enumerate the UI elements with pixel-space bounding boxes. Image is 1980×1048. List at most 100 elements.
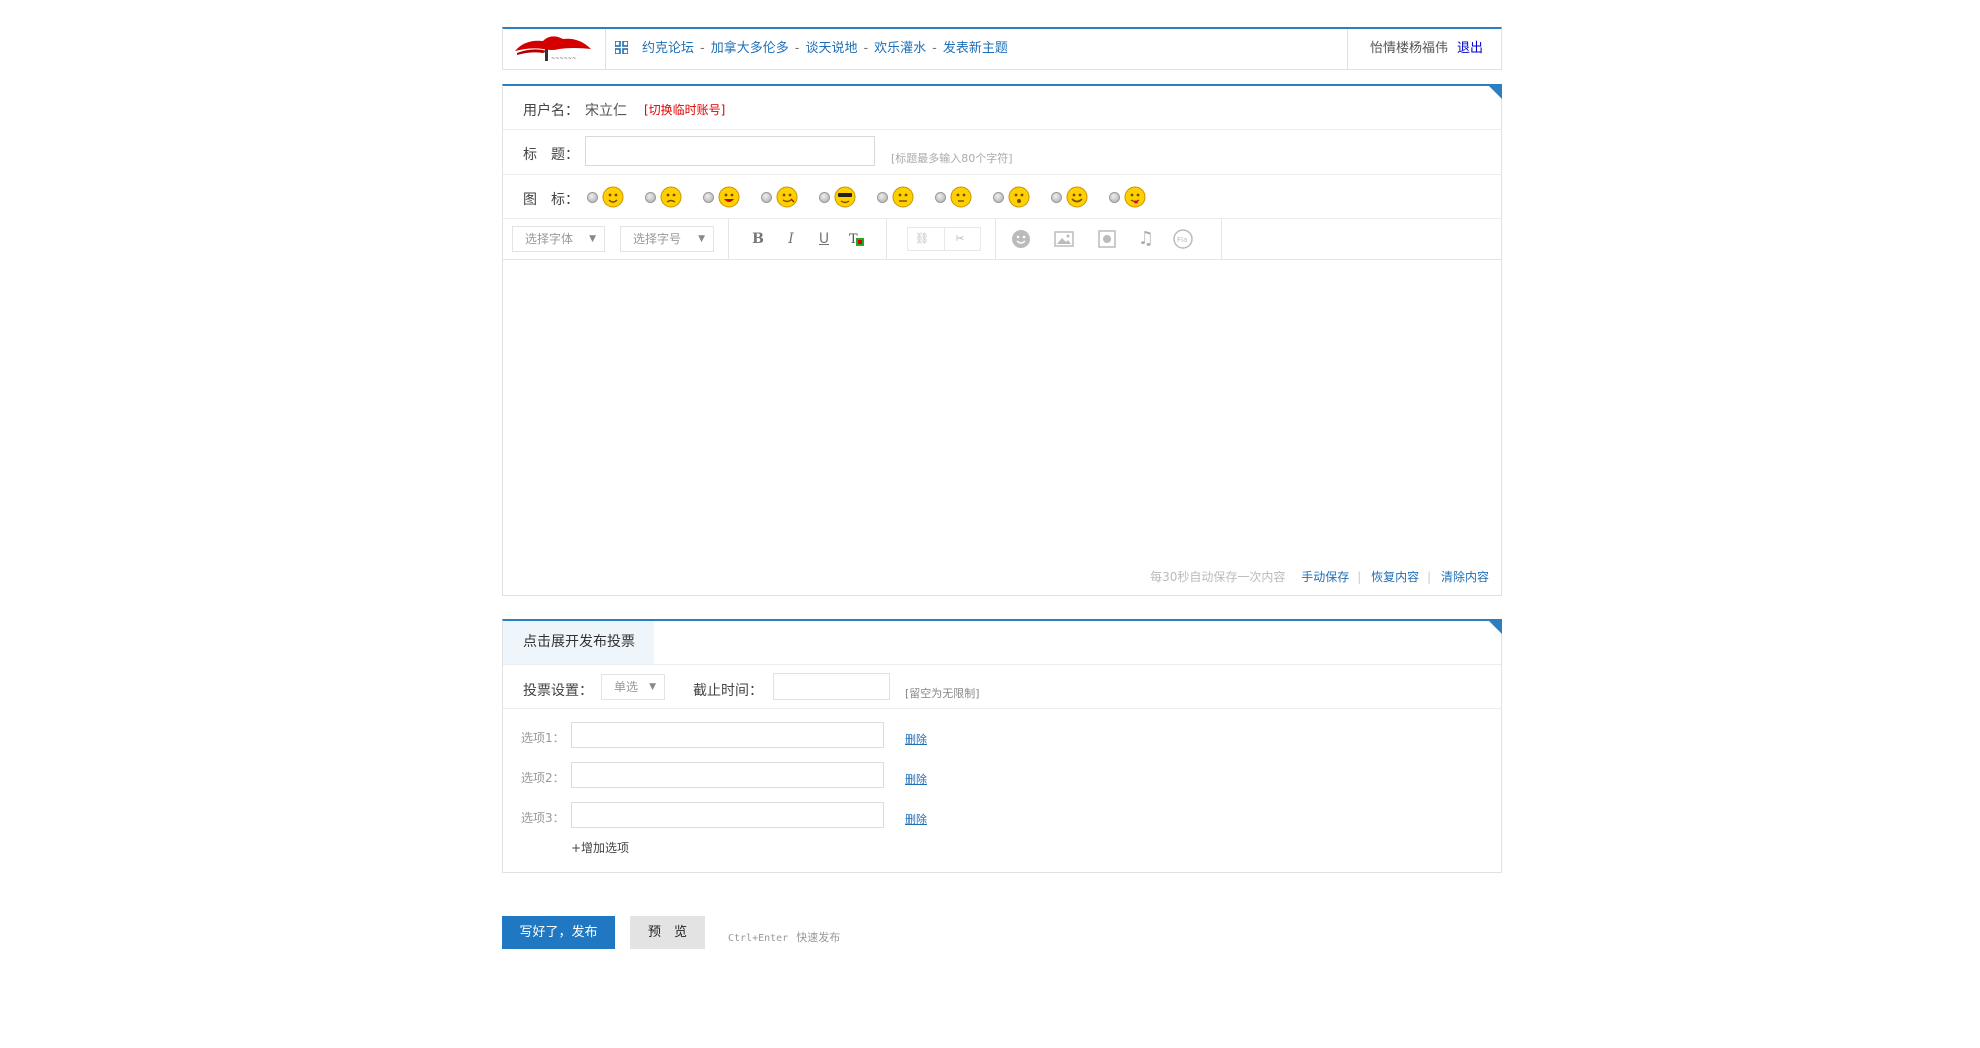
- poll-option-label: 选项2：: [521, 771, 565, 785]
- insert-flash-icon[interactable]: Fla: [1173, 229, 1193, 249]
- grid-menu-icon[interactable]: [614, 31, 629, 55]
- username-row: 用户名： 宋立仁 [切换临时账号]: [503, 86, 1501, 130]
- nav-link-toronto[interactable]: 加拿大多伦多: [711, 41, 789, 56]
- title-input[interactable]: [585, 136, 875, 166]
- forum-logo[interactable]: ~~~~~~: [503, 29, 606, 69]
- deadline-label: 截止时间：: [693, 683, 763, 699]
- insert-image-icon[interactable]: [1054, 229, 1074, 249]
- title-row: 标 题： [标题最多输入80个字符]: [503, 130, 1501, 175]
- link-divider: |: [1357, 570, 1362, 584]
- icon-radio[interactable]: [877, 192, 888, 203]
- add-option-link[interactable]: +增加选项: [571, 839, 629, 856]
- poll-option-input[interactable]: [571, 722, 884, 748]
- text-color-icon: T: [849, 232, 864, 247]
- autosave-bar: 每30秒自动保存一次内容 手动保存 | 恢复内容 | 清除内容: [1150, 568, 1489, 585]
- poll-option-label: 选项1：: [521, 731, 565, 745]
- nav-link-chat[interactable]: 谈天说地: [805, 41, 857, 56]
- bold-button[interactable]: B: [748, 229, 768, 249]
- icon-radio[interactable]: [587, 192, 598, 203]
- laugh-face-icon: [1066, 186, 1088, 208]
- deadline-input[interactable]: [773, 673, 890, 700]
- title-label: 标 题：: [523, 147, 579, 163]
- delete-option-link[interactable]: 删除: [905, 731, 927, 747]
- delete-option-link[interactable]: 删除: [905, 811, 927, 827]
- insert-link-icon[interactable]: ⛓: [912, 229, 932, 249]
- username-label: 用户名：: [523, 103, 579, 119]
- delete-option-link[interactable]: 删除: [905, 771, 927, 787]
- poll-option-row: 选项2： 删除: [503, 762, 1003, 792]
- remove-link-icon[interactable]: ✂: [950, 229, 970, 249]
- icon-label: 图 标：: [523, 192, 579, 208]
- expand-poll-tab[interactable]: 点击展开发布投票: [503, 621, 654, 664]
- link-button-group: ⛓ ✂: [907, 227, 981, 251]
- insert-music-icon[interactable]: ♫: [1136, 229, 1156, 249]
- neutral-face-icon: [950, 186, 972, 208]
- smile-face-icon: [602, 186, 624, 208]
- poll-option-input[interactable]: [571, 802, 884, 828]
- nav-link-forum[interactable]: 约克论坛: [642, 41, 694, 56]
- insert-video-icon[interactable]: [1097, 229, 1117, 249]
- title-hint: [标题最多输入80个字符]: [891, 152, 1013, 165]
- manual-save-link[interactable]: 手动保存: [1301, 570, 1349, 584]
- cool-face-icon: [834, 186, 856, 208]
- grin-face-icon: [718, 186, 740, 208]
- preview-button[interactable]: 预 览: [630, 916, 705, 949]
- font-size-select[interactable]: 选择字号 ▼: [620, 226, 714, 252]
- restore-content-link[interactable]: 恢复内容: [1371, 570, 1419, 584]
- nav-link-water[interactable]: 欢乐灌水: [874, 41, 926, 56]
- clear-content-link[interactable]: 清除内容: [1441, 570, 1489, 584]
- logout-link[interactable]: 退出: [1457, 29, 1483, 69]
- italic-button[interactable]: I: [781, 229, 801, 249]
- shortcut-hint: Ctrl+Enter 快速发布: [728, 929, 840, 945]
- user-box: 怡情楼杨福伟 退出: [1347, 29, 1501, 69]
- switch-account-link[interactable]: [切换临时账号]: [644, 101, 725, 118]
- poll-option-row: 选项1： 删除: [503, 722, 1003, 752]
- icon-radio[interactable]: [993, 192, 1004, 203]
- poll-header: 点击展开发布投票: [503, 621, 1501, 665]
- content-editor[interactable]: 每30秒自动保存一次内容 手动保存 | 恢复内容 | 清除内容: [503, 260, 1501, 593]
- poll-settings-row: 投票设置： 单选 ▼ 截止时间： [留空为无限制]: [503, 665, 1501, 709]
- icon-radio[interactable]: [1109, 192, 1120, 203]
- nav-current-page: 发表新主题: [942, 41, 1008, 56]
- text-color-button[interactable]: T: [847, 229, 867, 249]
- underline-button[interactable]: U: [814, 229, 834, 249]
- poll-options: 选项1： 删除 选项2： 删除 选项3： 删除 +增加选项: [503, 709, 1501, 869]
- deadline-hint: [留空为无限制]: [905, 687, 980, 700]
- poll-panel: 点击展开发布投票 投票设置： 单选 ▼ 截止时间： [留空为无限制] 选项1： 删…: [502, 619, 1502, 873]
- icon-radio[interactable]: [703, 192, 714, 203]
- dropdown-arrow-icon: ▼: [589, 234, 596, 244]
- font-family-select[interactable]: 选择字体 ▼: [512, 226, 605, 252]
- font-size-select-label: 选择字号: [633, 232, 682, 246]
- sad-face-icon: [660, 186, 682, 208]
- icon-radio[interactable]: [761, 192, 772, 203]
- post-editor-page: ~~~~~~ 约克论坛 - 加拿大多伦多 - 谈天说地 - 欢乐灌水 - 发表新主题 怡情楼杨福…: [502, 27, 1502, 949]
- dropdown-arrow-icon: ▼: [698, 234, 705, 244]
- emoticon-icon[interactable]: [1011, 229, 1031, 249]
- poll-type-select[interactable]: 单选 ▼: [601, 674, 665, 700]
- shortcut-key: Ctrl+Enter: [728, 933, 789, 944]
- poll-option-row: 选项3： 删除: [503, 802, 1003, 832]
- editor-toolbar: 选择字体 ▼ 选择字号 ▼ B I U T ⛓ ✂ ♫ Fla: [503, 219, 1501, 260]
- top-header: ~~~~~~ 约克论坛 - 加拿大多伦多 - 谈天说地 - 欢乐灌水 - 发表新主题 怡情楼杨福…: [502, 27, 1502, 70]
- publish-button[interactable]: 写好了，发布: [502, 916, 615, 949]
- nav-separator: -: [700, 41, 705, 56]
- blush-face-icon: [892, 186, 914, 208]
- icon-radio[interactable]: [819, 192, 830, 203]
- svg-text:~~~~~~: ~~~~~~: [551, 56, 576, 62]
- poll-option-input[interactable]: [571, 762, 884, 788]
- autosave-note: 每30秒自动保存一次内容: [1150, 570, 1286, 584]
- current-username[interactable]: 怡情楼杨福伟: [1370, 29, 1448, 69]
- link-divider: |: [1427, 570, 1432, 584]
- toolbar-divider: [1221, 219, 1222, 259]
- icon-radio[interactable]: [1051, 192, 1062, 203]
- toolbar-divider: [886, 219, 887, 259]
- tongue-face-icon: [1124, 186, 1146, 208]
- poll-type-value: 单选: [614, 680, 639, 694]
- svg-text:Fla: Fla: [1177, 236, 1187, 244]
- dropdown-arrow-icon: ▼: [649, 682, 656, 692]
- wink-face-icon: [776, 186, 798, 208]
- nav-separator: -: [794, 41, 800, 56]
- poll-setting-label: 投票设置：: [523, 683, 593, 699]
- icon-radio[interactable]: [935, 192, 946, 203]
- icon-radio[interactable]: [645, 192, 656, 203]
